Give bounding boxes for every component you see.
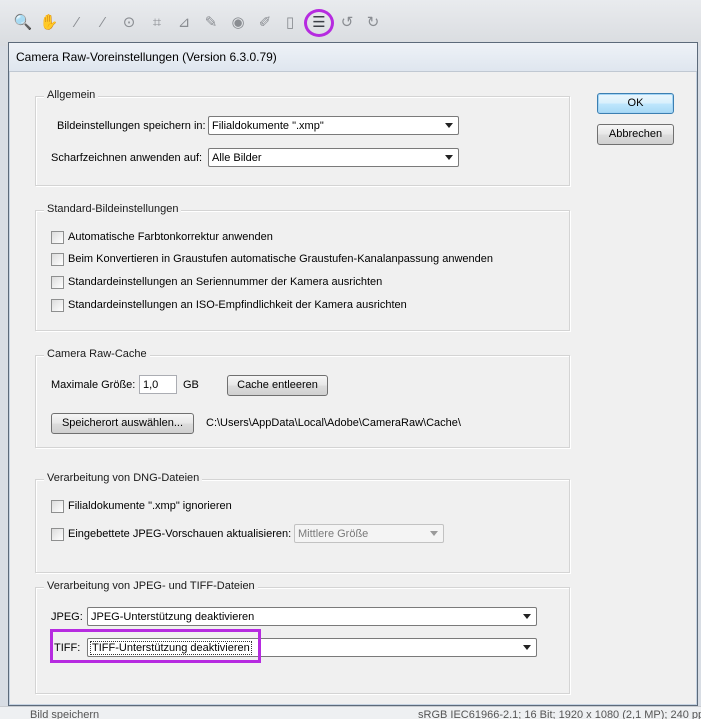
auto-grayscale-label[interactable]: Beim Konvertieren in Graustufen automati…	[68, 253, 493, 265]
sharpen-value: Alle Bilder	[212, 152, 262, 164]
dng-group: Verarbeitung von DNG-Dateien Filialdokum…	[35, 472, 570, 573]
status-bar: Bild speichern sRGB IEC61966-2.1; 16 Bit…	[0, 706, 701, 719]
select-location-button[interactable]: Speicherort auswählen...	[51, 413, 194, 434]
general-group: Allgemein Bildeinstellungen speichern in…	[35, 89, 570, 186]
iso-defaults-checkbox[interactable]	[51, 299, 64, 312]
color-sampler-icon[interactable]: ⁄	[94, 14, 112, 32]
iso-defaults-label[interactable]: Standardeinstellungen an ISO-Empfindlich…	[68, 299, 407, 311]
jpeg-value: JPEG-Unterstützung deaktivieren	[91, 611, 255, 623]
preferences-highlight-circle	[304, 9, 334, 37]
adjustment-brush-icon[interactable]: ✐	[256, 14, 274, 32]
chevron-down-icon	[430, 531, 438, 536]
max-size-unit: GB	[183, 379, 199, 391]
cache-legend: Camera Raw-Cache	[44, 348, 150, 360]
update-previews-checkbox[interactable]	[51, 528, 64, 541]
chevron-down-icon	[523, 645, 531, 650]
cache-location-path: C:\Users\AppData\Local\Adobe\CameraRaw\C…	[206, 417, 461, 429]
toolbar: 🔍 ✋ ⁄ ⁄ ⊙ ⌗ ⊿ ✎ ◉ ✐ ▯ ☰ ↺ ↻	[0, 0, 701, 46]
graduated-filter-icon[interactable]: ▯	[281, 14, 299, 32]
save-settings-select[interactable]: Filialdokumente ".xmp"	[208, 116, 459, 135]
dng-legend: Verarbeitung von DNG-Dateien	[44, 472, 203, 484]
ok-button[interactable]: OK	[597, 93, 674, 114]
general-legend: Allgemein	[44, 89, 99, 101]
target-adjustment-icon[interactable]: ⊙	[120, 14, 138, 32]
straighten-icon[interactable]: ⊿	[175, 14, 193, 32]
serial-defaults-label[interactable]: Standardeinstellungen an Seriennummer de…	[68, 276, 382, 288]
auto-grayscale-checkbox[interactable]	[51, 253, 64, 266]
preferences-dialog: Camera Raw-Voreinstellungen (Version 6.3…	[8, 42, 698, 706]
serial-defaults-checkbox[interactable]	[51, 276, 64, 289]
default-settings-group: Standard-Bildeinstellungen Automatische …	[35, 203, 570, 331]
preview-size-select[interactable]: Mittlere Größe	[294, 524, 444, 543]
jpeg-select[interactable]: JPEG-Unterstützung deaktivieren	[87, 607, 537, 626]
sharpen-select[interactable]: Alle Bilder	[208, 148, 459, 167]
dialog-titlebar[interactable]: Camera Raw-Voreinstellungen (Version 6.3…	[9, 43, 697, 72]
tiff-highlight-box	[50, 629, 261, 663]
rotate-left-icon[interactable]: ↺	[338, 14, 356, 32]
save-settings-label: Bildeinstellungen speichern in:	[57, 120, 206, 132]
spot-removal-icon[interactable]: ✎	[202, 14, 220, 32]
save-settings-value: Filialdokumente ".xmp"	[212, 120, 324, 132]
red-eye-icon[interactable]: ◉	[229, 14, 247, 32]
update-previews-label[interactable]: Eingebettete JPEG-Vorschauen aktualisier…	[68, 528, 291, 540]
crop-icon[interactable]: ⌗	[148, 14, 166, 32]
cache-group: Camera Raw-Cache Maximale Größe: 1,0 GB …	[35, 348, 570, 448]
rotate-right-icon[interactable]: ↻	[364, 14, 382, 32]
chevron-down-icon	[445, 155, 453, 160]
jpeg-tiff-legend: Verarbeitung von JPEG- und TIFF-Dateien	[44, 580, 258, 592]
chevron-down-icon	[445, 123, 453, 128]
ignore-sidecar-checkbox[interactable]	[51, 500, 64, 513]
jpeg-label: JPEG:	[51, 611, 83, 623]
white-balance-icon[interactable]: ⁄	[68, 14, 86, 32]
max-size-input[interactable]: 1,0	[139, 375, 177, 394]
dialog-title: Camera Raw-Voreinstellungen (Version 6.3…	[16, 50, 277, 64]
max-size-label: Maximale Größe:	[51, 379, 136, 391]
auto-tone-label[interactable]: Automatische Farbtonkorrektur anwenden	[68, 231, 273, 243]
chevron-down-icon	[523, 614, 531, 619]
hand-icon[interactable]: ✋	[40, 14, 59, 32]
default-settings-legend: Standard-Bildeinstellungen	[44, 203, 182, 215]
preview-size-value: Mittlere Größe	[298, 528, 369, 540]
auto-tone-checkbox[interactable]	[51, 231, 64, 244]
zoom-icon[interactable]: 🔍	[14, 14, 33, 32]
cancel-button[interactable]: Abbrechen	[597, 124, 674, 145]
purge-cache-button[interactable]: Cache entleeren	[227, 375, 328, 396]
sharpen-label: Scharfzeichnen anwenden auf:	[51, 152, 203, 164]
ignore-sidecar-label[interactable]: Filialdokumente ".xmp" ignorieren	[68, 500, 232, 512]
